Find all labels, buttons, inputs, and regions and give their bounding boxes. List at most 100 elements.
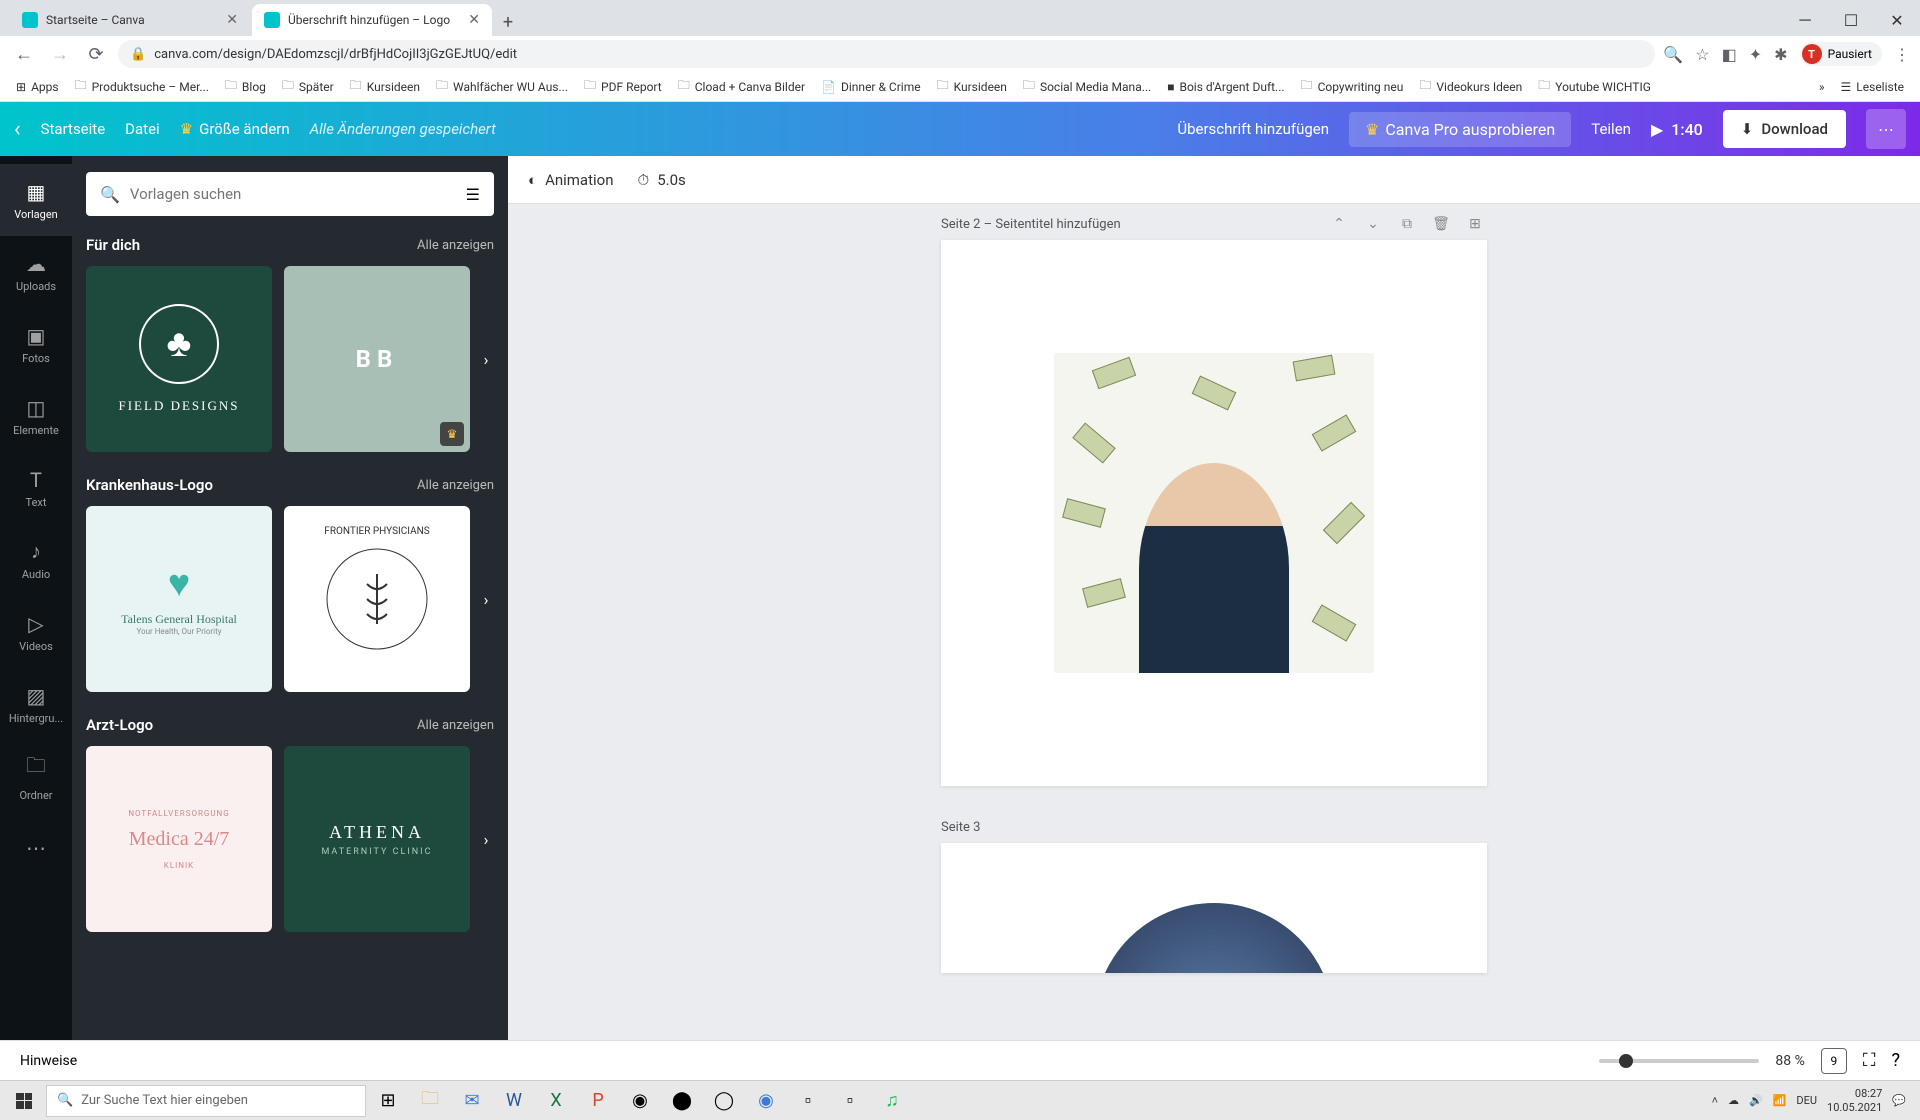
- design-title[interactable]: Überschrift hinzufügen: [1177, 120, 1329, 138]
- sidenav-audio[interactable]: ♪Audio: [0, 524, 72, 596]
- more-menu-button[interactable]: ⋯: [1866, 109, 1906, 149]
- taskbar-search[interactable]: 🔍Zur Suche Text hier eingeben: [46, 1085, 366, 1117]
- reading-list-button[interactable]: ☰Leseliste: [1835, 76, 1910, 98]
- next-arrow-icon[interactable]: ›: [472, 825, 500, 853]
- fullscreen-icon[interactable]: ⛶: [1863, 1050, 1876, 1071]
- bookmark-item[interactable]: ■Bois d'Argent Duft...: [1161, 76, 1290, 98]
- canvas-scroll[interactable]: Seite 2 – Seitentitel hinzufügen ⌃ ⌄ ⧉ 🗑…: [508, 204, 1920, 1040]
- back-button[interactable]: ←: [10, 40, 38, 68]
- page-title[interactable]: Seite 2 – Seitentitel hinzufügen: [941, 217, 1121, 232]
- excel-icon[interactable]: X: [536, 1083, 576, 1119]
- canvas-page-2[interactable]: [941, 240, 1487, 786]
- move-down-icon[interactable]: ⌄: [1361, 216, 1385, 232]
- bookmark-item[interactable]: 🗀Cload + Canva Bilder: [672, 72, 811, 101]
- language-indicator[interactable]: DEU: [1796, 1094, 1817, 1107]
- sidenav-text[interactable]: TText: [0, 452, 72, 524]
- bookmark-item[interactable]: 🗀Social Media Mana...: [1017, 72, 1157, 101]
- obs-icon[interactable]: ⬤: [662, 1083, 702, 1119]
- next-arrow-icon[interactable]: ›: [472, 345, 500, 373]
- sidenav-hintergrund[interactable]: ▨Hintergru...: [0, 668, 72, 740]
- home-button[interactable]: Startseite: [41, 120, 106, 138]
- explorer-icon[interactable]: 🗀: [410, 1083, 450, 1119]
- filter-icon[interactable]: ☰: [466, 185, 480, 204]
- bookmark-item[interactable]: 🗀Später: [276, 72, 340, 101]
- template-thumb[interactable]: ♣ FIELD DESIGNS: [86, 266, 272, 452]
- see-all-link[interactable]: Alle anzeigen: [417, 478, 494, 493]
- resize-button[interactable]: ♛Größe ändern: [180, 120, 290, 138]
- close-tab-icon[interactable]: ✕: [226, 12, 238, 28]
- new-tab-button[interactable]: +: [494, 8, 522, 36]
- download-button[interactable]: ⬇Download: [1723, 110, 1846, 148]
- present-button[interactable]: ▶1:40: [1651, 120, 1703, 139]
- tray-chevron-icon[interactable]: ˄: [1712, 1094, 1718, 1107]
- image-element[interactable]: [1094, 903, 1334, 973]
- notes-button[interactable]: Hinweise: [20, 1053, 77, 1069]
- animation-button[interactable]: ◐Animation: [528, 171, 614, 189]
- apps-button[interactable]: ⊞Apps: [10, 76, 65, 98]
- wifi-icon[interactable]: 📶: [1773, 1094, 1787, 1107]
- sidenav-videos[interactable]: ▷Videos: [0, 596, 72, 668]
- move-up-icon[interactable]: ⌃: [1327, 216, 1351, 232]
- share-button[interactable]: Teilen: [1591, 120, 1631, 138]
- sidenav-vorlagen[interactable]: ▦Vorlagen: [0, 164, 72, 236]
- bookmark-item[interactable]: 🗀Videokurs Ideen: [1413, 72, 1528, 101]
- bookmark-item[interactable]: 🗀Blog: [219, 72, 272, 101]
- page-title[interactable]: Seite 3: [941, 820, 980, 835]
- sidenav-uploads[interactable]: ☁Uploads: [0, 236, 72, 308]
- zoom-slider[interactable]: [1599, 1059, 1759, 1063]
- task-view-icon[interactable]: ⊞: [368, 1083, 408, 1119]
- minimize-button[interactable]: ─: [1782, 4, 1828, 36]
- app-icon[interactable]: ▫: [830, 1083, 870, 1119]
- spotify-icon[interactable]: ♫: [872, 1083, 912, 1119]
- powerpoint-icon[interactable]: P: [578, 1083, 618, 1119]
- help-icon[interactable]: ?: [1891, 1050, 1900, 1071]
- profile-button[interactable]: T Pausiert: [1800, 42, 1882, 66]
- close-window-button[interactable]: ✕: [1874, 4, 1920, 36]
- word-icon[interactable]: W: [494, 1083, 534, 1119]
- add-page-icon[interactable]: ⊞: [1463, 216, 1487, 232]
- app-icon[interactable]: ▫: [788, 1083, 828, 1119]
- extension-icon[interactable]: ✦: [1749, 45, 1762, 64]
- bookmark-overflow[interactable]: »: [1813, 76, 1831, 98]
- volume-icon[interactable]: 🔊: [1749, 1094, 1763, 1107]
- app-icon[interactable]: ◉: [620, 1083, 660, 1119]
- reload-button[interactable]: ⟳: [82, 40, 110, 68]
- bookmark-item[interactable]: 🗀Produktsuche – Mer...: [69, 72, 215, 101]
- browser-tab-2[interactable]: Überschrift hinzufügen – Logo ✕: [252, 4, 492, 36]
- template-thumb[interactable]: ATHENA MATERNITY CLINIC: [284, 746, 470, 932]
- page-count-button[interactable]: 9: [1821, 1048, 1847, 1074]
- sidenav-more[interactable]: ⋯: [0, 812, 72, 884]
- zoom-icon[interactable]: 🔍: [1663, 45, 1683, 64]
- zoom-percent[interactable]: 88 %: [1775, 1053, 1804, 1069]
- bookmark-item[interactable]: 📄Dinner & Crime: [815, 76, 927, 98]
- image-element[interactable]: [1054, 353, 1374, 673]
- start-button[interactable]: [4, 1083, 44, 1119]
- sidenav-elemente[interactable]: ◫Elemente: [0, 380, 72, 452]
- bookmark-item[interactable]: 🗀Youtube WICHTIG: [1532, 72, 1657, 101]
- sidenav-ordner[interactable]: 🗀Ordner: [0, 740, 72, 812]
- template-thumb[interactable]: BB ♛: [284, 266, 470, 452]
- next-arrow-icon[interactable]: ›: [472, 585, 500, 613]
- star-icon[interactable]: ☆: [1695, 45, 1709, 64]
- clock[interactable]: 08:27 10.05.2021: [1827, 1087, 1882, 1113]
- bookmark-item[interactable]: 🗀Kursideen: [931, 72, 1013, 101]
- menu-icon[interactable]: ⋮: [1894, 45, 1910, 64]
- bookmark-item[interactable]: 🗀Copywriting neu: [1295, 72, 1410, 101]
- bookmark-item[interactable]: 🗀PDF Report: [578, 72, 668, 101]
- extensions-menu-icon[interactable]: ✱: [1774, 45, 1787, 64]
- delete-page-icon[interactable]: 🗑: [1429, 216, 1453, 232]
- notifications-icon[interactable]: 💬: [1892, 1094, 1906, 1107]
- try-pro-button[interactable]: ♛Canva Pro ausprobieren: [1349, 112, 1571, 147]
- template-thumb[interactable]: NOTFALLVERSORGUNG Medica 24/7 KLINIK: [86, 746, 272, 932]
- bookmark-item[interactable]: 🗀Kursideen: [344, 72, 426, 101]
- mail-icon[interactable]: ✉: [452, 1083, 492, 1119]
- canvas-page-3[interactable]: [941, 843, 1487, 973]
- sidenav-fotos[interactable]: ▣Fotos: [0, 308, 72, 380]
- bookmark-item[interactable]: 🗀Wahlfächer WU Aus...: [430, 72, 574, 101]
- forward-button[interactable]: →: [46, 40, 74, 68]
- close-tab-icon[interactable]: ✕: [468, 12, 480, 28]
- back-arrow-icon[interactable]: ‹: [14, 117, 21, 142]
- see-all-link[interactable]: Alle anzeigen: [417, 718, 494, 733]
- search-box[interactable]: 🔍 ☰: [86, 172, 494, 216]
- chrome-icon[interactable]: ◯: [704, 1083, 744, 1119]
